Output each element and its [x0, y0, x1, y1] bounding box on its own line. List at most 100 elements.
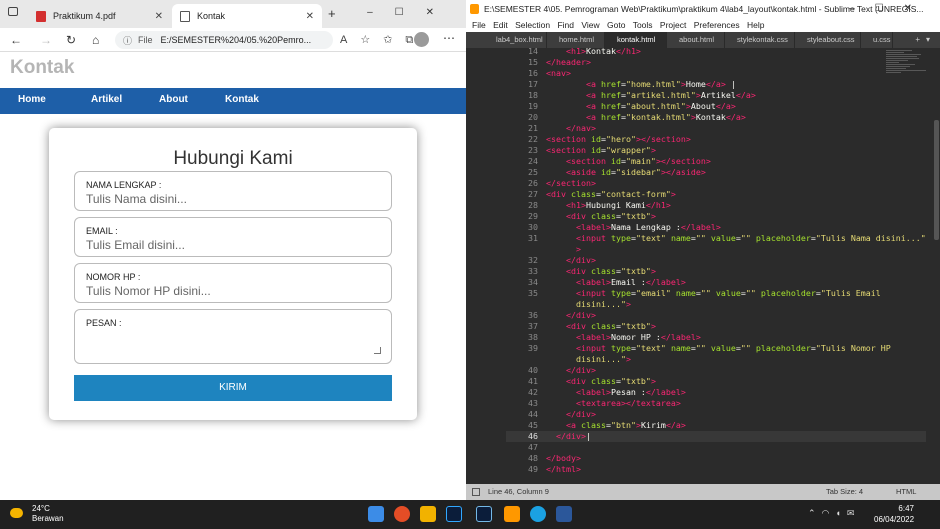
code-line: <div class="txtb">: [565, 266, 656, 276]
email-field[interactable]: EMAIL : Tulis Email disini...: [74, 217, 392, 257]
tab-label: Kontak: [197, 11, 226, 21]
code-line: <input type="email" name="" value="" pla…: [575, 288, 881, 298]
code-area[interactable]: 14 <h1>Kontak</h1> 15 </header> 16 <nav> 1…: [506, 48, 926, 484]
code-line: <h1>Hubungi Kami</h1>: [565, 200, 671, 210]
menu-help[interactable]: Help: [747, 20, 764, 30]
new-tab-icon[interactable]: +: [328, 6, 336, 21]
tab-label: Praktikum 4.pdf: [53, 11, 116, 21]
code-line: >: [575, 244, 581, 254]
line-number: 46: [528, 431, 538, 441]
window-controls[interactable]: –☐✕: [367, 7, 456, 18]
pdf-icon: [36, 10, 46, 22]
menu-project[interactable]: Project: [660, 20, 686, 30]
menu-view[interactable]: View: [581, 20, 599, 30]
code-line: </header>: [546, 57, 591, 67]
syntax-mode[interactable]: HTML: [896, 484, 916, 500]
edge-icon[interactable]: [530, 506, 546, 522]
field-label: NAMA LENGKAP :: [86, 180, 162, 190]
weather-icon: [10, 508, 23, 518]
start-icon[interactable]: [368, 506, 384, 522]
line-number: 36: [528, 310, 538, 320]
file-tab[interactable]: u.css: [861, 32, 893, 48]
line-number: 28: [528, 200, 538, 210]
vertical-scrollbar[interactable]: [934, 120, 939, 240]
word-icon[interactable]: [556, 506, 572, 522]
nav-artikel[interactable]: Artikel: [91, 94, 122, 105]
window-controls[interactable]: –☐✕: [849, 0, 932, 18]
minimap[interactable]: [886, 50, 930, 110]
code-line: <input type="text" name="" value="" plac…: [575, 233, 926, 243]
forward-icon[interactable]: →: [40, 33, 52, 47]
clock[interactable]: 6:47 06/04/2022: [874, 503, 914, 525]
phone-field[interactable]: NOMOR HP : Tulis Nomor HP disini...: [74, 263, 392, 303]
tab-overflow-icon[interactable]: +▾: [915, 32, 936, 48]
field-label: EMAIL :: [86, 226, 118, 236]
menu-tools[interactable]: Tools: [633, 20, 653, 30]
more-icon[interactable]: ⋯: [443, 31, 455, 45]
back-icon[interactable]: ←: [10, 33, 22, 47]
email-input[interactable]: Tulis Email disini...: [86, 238, 185, 252]
photoshop-icon[interactable]: [446, 506, 462, 522]
nav-kontak[interactable]: Kontak: [225, 94, 259, 105]
contact-form: Hubungi Kami NAMA LENGKAP : Tulis Nama d…: [49, 128, 417, 420]
clock-date: 06/04/2022: [874, 515, 915, 524]
menu-find[interactable]: Find: [557, 20, 574, 30]
code-line: <div class="txtb">: [565, 211, 656, 221]
lightroom-icon[interactable]: [476, 506, 492, 522]
line-number: 33: [528, 266, 538, 276]
line-number: 30: [528, 222, 538, 232]
code-line: <a href="artikel.html">Artikel</a>: [585, 90, 756, 100]
close-tab-icon[interactable]: ✕: [155, 11, 163, 22]
message-field[interactable]: PESAN :: [74, 309, 392, 364]
window-menu-icon[interactable]: [8, 7, 18, 16]
nav-about[interactable]: About: [159, 94, 188, 105]
file-tab[interactable]: home.html: [547, 32, 605, 48]
line-number: 49: [528, 464, 538, 474]
url-field[interactable]: ⓘ File E:/SEMESTER%204/05.%20Pemro...: [115, 31, 333, 49]
line-number: 45: [528, 420, 538, 430]
name-field[interactable]: NAMA LENGKAP : Tulis Nama disini...: [74, 171, 392, 211]
sublime-taskbar-icon[interactable]: [504, 506, 520, 522]
menu-preferences[interactable]: Preferences: [694, 20, 740, 30]
browser-tab-kontak[interactable]: Kontak ✕: [172, 4, 322, 28]
home-icon[interactable]: ⌂: [92, 33, 99, 47]
file-tab[interactable]: lab4_box.html: [484, 32, 547, 48]
menu-selection[interactable]: Selection: [515, 20, 550, 30]
code-line: <h1>Kontak</h1>: [565, 48, 641, 56]
code-line: <section id="wrapper">: [546, 145, 656, 155]
name-input[interactable]: Tulis Nama disini...: [86, 192, 187, 206]
close-tab-icon[interactable]: ✕: [306, 11, 314, 22]
editor-titlebar: E:\SEMESTER 4\05. Pemrograman Web\Prakti…: [466, 0, 940, 18]
code-line: disini...">: [575, 299, 631, 309]
tab-size[interactable]: Tab Size: 4: [826, 484, 863, 500]
chrome-icon[interactable]: [394, 506, 410, 522]
menu-edit[interactable]: Edit: [493, 20, 508, 30]
file-tab-active[interactable]: kontak.html: [605, 32, 667, 48]
submit-button[interactable]: KIRIM: [74, 375, 392, 401]
browser-tab-pdf[interactable]: Praktikum 4.pdf ✕: [28, 4, 171, 28]
menu-file[interactable]: File: [472, 20, 486, 30]
code-line: <div class="contact-form">: [546, 189, 676, 199]
code-line: <label>Nama Lengkap :</label>: [575, 222, 721, 232]
line-number: 14: [528, 48, 538, 56]
sublime-logo-icon: [470, 4, 479, 14]
line-number: 42: [528, 387, 538, 397]
line-number: 43: [528, 398, 538, 408]
file-tab[interactable]: styleabout.css: [795, 32, 861, 48]
file-tab[interactable]: stylekontak.css: [725, 32, 795, 48]
browser-window: Praktikum 4.pdf ✕ Kontak ✕ + –☐✕ ← → ↻ ⌂…: [0, 0, 466, 500]
avatar[interactable]: [414, 32, 429, 47]
refresh-icon[interactable]: ↻: [66, 33, 76, 47]
site-nav: Home Artikel About Kontak: [0, 88, 466, 114]
line-number: 19: [528, 101, 538, 111]
file-tab[interactable]: about.html: [667, 32, 725, 48]
phone-input[interactable]: Tulis Nomor HP disini...: [86, 284, 211, 298]
resize-handle-icon[interactable]: [374, 347, 381, 354]
nav-home[interactable]: Home: [18, 94, 46, 105]
file-explorer-icon[interactable]: [420, 506, 436, 522]
menu-goto[interactable]: Goto: [607, 20, 625, 30]
system-tray[interactable]: ⌃◠◖✉: [808, 508, 860, 519]
code-line: disini...">: [575, 354, 631, 364]
panel-toggle-icon[interactable]: [472, 488, 480, 496]
code-line: </section>: [546, 178, 596, 188]
